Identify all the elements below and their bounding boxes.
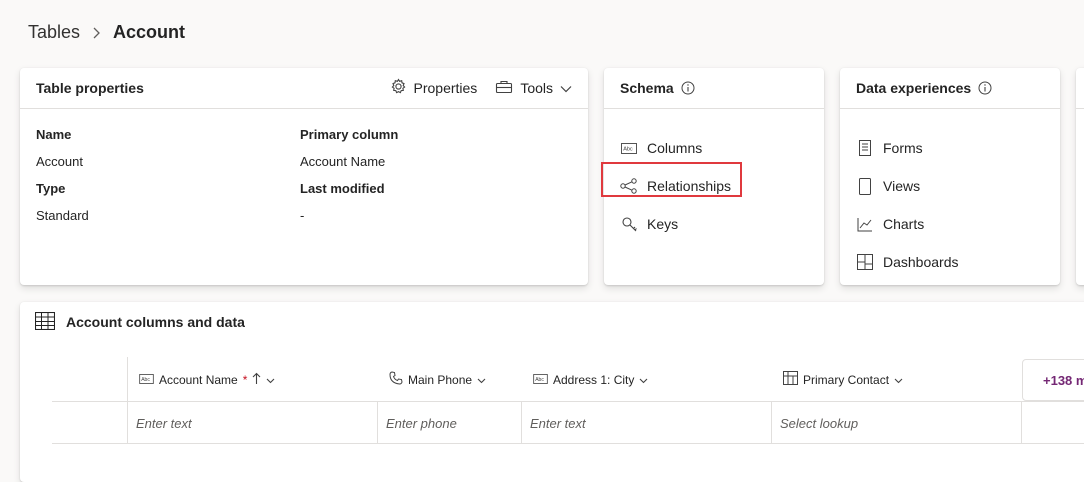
breadcrumb: Tables Account <box>28 22 185 43</box>
toolbox-icon <box>495 80 513 97</box>
primary-column-label: Primary column <box>300 127 399 142</box>
forms-link[interactable]: Forms <box>840 129 1060 167</box>
new-record-row: Enter text Enter phone Enter text Select… <box>52 402 1084 444</box>
column-label: Main Phone <box>408 372 473 387</box>
views-link[interactable]: Views <box>840 167 1060 205</box>
last-modified-label: Last modified <box>300 181 385 196</box>
column-header-main-phone[interactable]: Main Phone <box>377 357 486 402</box>
svg-text:Abc: Abc <box>141 376 150 382</box>
chevron-down-icon <box>894 373 903 387</box>
columns-data-panel: Account columns and data Abc Account Nam… <box>20 302 1084 482</box>
name-label: Name <box>36 127 72 142</box>
column-label: Address 1: City <box>553 372 635 387</box>
table-grid-icon <box>34 311 56 333</box>
chevron-down-icon <box>477 373 486 387</box>
gear-icon <box>390 78 407 98</box>
text-field-icon: Abc <box>533 373 548 387</box>
column-header-account-name[interactable]: Abc Account Name * <box>127 357 275 402</box>
sort-ascending-icon <box>252 372 261 388</box>
main-phone-input[interactable]: Enter phone <box>377 402 521 444</box>
charts-label: Charts <box>883 216 925 232</box>
phone-icon <box>389 371 403 388</box>
breadcrumb-tables-link[interactable]: Tables <box>28 22 80 43</box>
data-experiences-card: Data experiences Forms Views Charts Dash… <box>840 68 1060 285</box>
table-properties-title: Table properties <box>36 80 144 96</box>
schema-relationships-label: Relationships <box>647 178 732 194</box>
chevron-right-icon <box>92 26 101 40</box>
dashboard-icon <box>856 254 874 270</box>
tools-label: Tools <box>520 80 553 96</box>
charts-link[interactable]: Charts <box>840 205 1060 243</box>
views-label: Views <box>883 178 921 194</box>
more-columns-button[interactable]: +138 m <box>1022 359 1084 401</box>
forms-label: Forms <box>883 140 923 156</box>
address-city-input[interactable]: Enter text <box>521 402 771 444</box>
table-properties-card: Table properties Properties Tools Name A… <box>20 68 588 285</box>
schema-columns-label: Columns <box>647 140 703 156</box>
breadcrumb-current: Account <box>113 22 186 42</box>
relationship-icon <box>620 178 638 194</box>
column-label: Account Name <box>159 372 238 387</box>
info-icon[interactable] <box>681 81 695 95</box>
chevron-down-icon <box>639 373 648 387</box>
lookup-icon <box>783 371 798 388</box>
form-icon <box>856 140 874 156</box>
data-experiences-title: Data experiences <box>856 80 972 96</box>
primary-column-value: Account Name <box>300 154 386 169</box>
view-icon <box>856 177 874 195</box>
chevron-down-icon <box>266 373 275 387</box>
info-icon[interactable] <box>978 81 992 95</box>
text-field-icon: Abc <box>620 142 638 154</box>
next-card-partial <box>1076 68 1084 285</box>
key-icon <box>620 216 638 233</box>
last-modified-value: - <box>300 208 305 223</box>
columns-data-title: Account columns and data <box>66 314 245 330</box>
line-chart-icon <box>856 217 874 232</box>
properties-label: Properties <box>413 80 478 96</box>
svg-text:Abc: Abc <box>623 146 633 152</box>
schema-card: Schema Abc Columns Relationships Keys <box>604 68 824 285</box>
type-label: Type <box>36 181 66 196</box>
account-name-input[interactable]: Enter text <box>127 402 377 444</box>
name-value: Account <box>36 154 83 169</box>
chevron-down-icon <box>560 80 572 96</box>
dashboards-link[interactable]: Dashboards <box>840 243 1060 281</box>
primary-contact-lookup[interactable]: Select lookup <box>771 402 1022 444</box>
dashboards-label: Dashboards <box>883 254 959 270</box>
required-indicator: * <box>242 372 248 387</box>
type-value: Standard <box>36 208 89 223</box>
properties-button[interactable]: Properties <box>390 78 478 98</box>
data-grid: Abc Account Name * Main Phone Abc Addres… <box>52 357 1084 444</box>
schema-columns-link[interactable]: Abc Columns <box>604 129 824 167</box>
column-header-primary-contact[interactable]: Primary Contact <box>771 357 903 402</box>
schema-relationships-link[interactable]: Relationships <box>604 167 824 205</box>
schema-title: Schema <box>620 80 674 96</box>
column-header-address-city[interactable]: Abc Address 1: City <box>521 357 648 402</box>
svg-text:Abc: Abc <box>535 376 544 382</box>
tools-menu-button[interactable]: Tools <box>495 80 572 97</box>
schema-keys-label: Keys <box>647 216 679 232</box>
text-field-icon: Abc <box>139 373 154 387</box>
column-label: Primary Contact <box>803 372 890 387</box>
column-header-row: Abc Account Name * Main Phone Abc Addres… <box>52 357 1084 402</box>
schema-keys-link[interactable]: Keys <box>604 205 824 243</box>
